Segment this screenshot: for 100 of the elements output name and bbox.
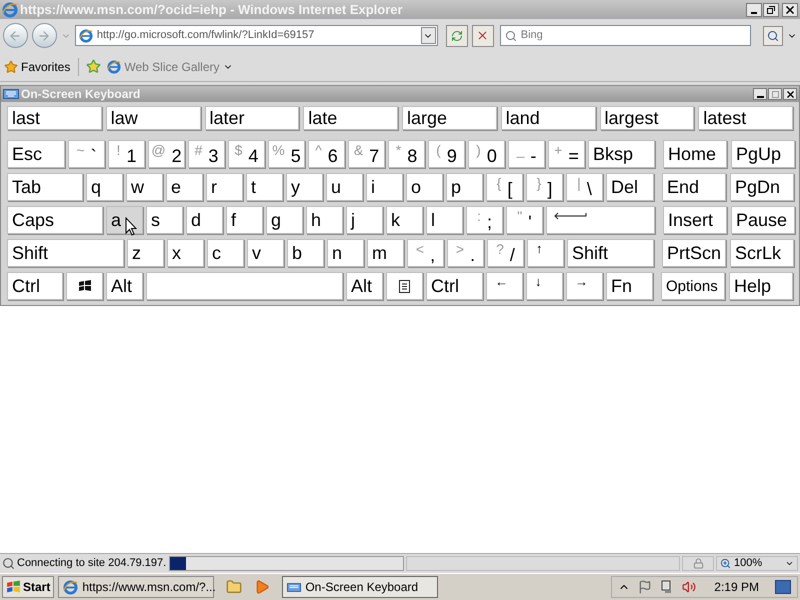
- key[interactable]: End: [662, 173, 726, 201]
- key[interactable]: o: [406, 173, 443, 201]
- key[interactable]: a: [106, 206, 143, 234]
- key[interactable]: } ]: [526, 173, 563, 201]
- word-suggestion[interactable]: last: [7, 106, 102, 130]
- key[interactable]: k: [386, 206, 423, 234]
- protected-mode-button[interactable]: [682, 556, 714, 571]
- forward-button[interactable]: [32, 23, 57, 48]
- key[interactable]: m: [367, 239, 404, 267]
- key[interactable]: Help: [729, 272, 793, 300]
- key[interactable]: s: [146, 206, 183, 234]
- key[interactable]: ! 1: [108, 140, 145, 168]
- word-suggestion[interactable]: land: [500, 106, 596, 130]
- address-field[interactable]: http://go.microsoft.com/fwlink/?LinkId=69157: [74, 25, 438, 46]
- maximize-button[interactable]: [768, 88, 782, 100]
- minimize-button[interactable]: [753, 88, 767, 100]
- key[interactable]: Options: [661, 272, 725, 300]
- key[interactable]: + =: [548, 140, 585, 168]
- key[interactable]: x: [167, 239, 204, 267]
- key[interactable]: Shift: [567, 239, 654, 267]
- key[interactable]: c: [207, 239, 244, 267]
- folder-icon[interactable]: [226, 579, 242, 595]
- key[interactable]: ←: [486, 272, 523, 300]
- media-player-icon[interactable]: [254, 579, 270, 595]
- key[interactable]: q: [86, 173, 123, 201]
- key[interactable]: ) 0: [468, 140, 505, 168]
- key[interactable]: Ctrl: [7, 272, 63, 300]
- key[interactable]: Tab: [7, 173, 83, 201]
- key[interactable]: Fn: [606, 272, 653, 300]
- word-suggestion[interactable]: later: [204, 106, 300, 130]
- word-suggestion[interactable]: latest: [698, 106, 793, 130]
- key[interactable]: Alt: [346, 272, 383, 300]
- key[interactable]: v: [247, 239, 284, 267]
- key[interactable]: l: [426, 206, 463, 234]
- key[interactable]: { [: [486, 173, 523, 201]
- key[interactable]: # 3: [188, 140, 225, 168]
- address-dropdown-button[interactable]: [420, 27, 436, 44]
- key[interactable]: r: [206, 173, 243, 201]
- favorites-button[interactable]: Favorites: [4, 58, 80, 76]
- back-button[interactable]: [3, 23, 28, 48]
- key[interactable]: [66, 272, 103, 300]
- key[interactable]: e: [166, 173, 203, 201]
- close-button[interactable]: [783, 88, 797, 100]
- taskbar-button[interactable]: On-Screen Keyboard: [282, 576, 438, 598]
- word-suggestion[interactable]: late: [303, 106, 398, 130]
- minimize-button[interactable]: [746, 2, 762, 16]
- key[interactable]: Shift: [7, 239, 124, 267]
- key[interactable]: →: [566, 272, 603, 300]
- key[interactable]: d: [186, 206, 223, 234]
- key[interactable]: t: [246, 173, 283, 201]
- key[interactable]: ScrLk: [730, 239, 794, 267]
- key[interactable]: & 7: [348, 140, 385, 168]
- key[interactable]: PgUp: [731, 140, 795, 168]
- refresh-button[interactable]: [446, 24, 468, 46]
- key[interactable]: @ 2: [148, 140, 185, 168]
- key[interactable]: y: [286, 173, 323, 201]
- key[interactable]: z: [127, 239, 164, 267]
- key[interactable]: ? /: [487, 239, 524, 267]
- key[interactable]: b: [287, 239, 324, 267]
- key[interactable]: Insert: [663, 206, 727, 234]
- key[interactable]: u: [326, 173, 363, 201]
- word-suggestion[interactable]: large: [402, 106, 497, 130]
- key[interactable]: ^ 6: [308, 140, 345, 168]
- key[interactable]: ( 9: [428, 140, 465, 168]
- zoom-button[interactable]: 100%: [716, 556, 798, 571]
- key[interactable]: ↑: [527, 239, 564, 267]
- key[interactable]: $ 4: [228, 140, 265, 168]
- key[interactable]: n: [327, 239, 364, 267]
- key[interactable]: PrtScn: [662, 239, 726, 267]
- flag-icon[interactable]: [638, 580, 652, 594]
- word-suggestion[interactable]: largest: [600, 106, 694, 130]
- start-button[interactable]: Start: [2, 576, 54, 598]
- key[interactable]: Pause: [731, 206, 795, 234]
- restore-button[interactable]: [763, 2, 779, 16]
- key[interactable]: i: [366, 173, 403, 201]
- key[interactable]: Home: [663, 140, 727, 168]
- key[interactable]: | \: [566, 173, 603, 201]
- key[interactable]: * 8: [388, 140, 425, 168]
- search-input[interactable]: Bing: [520, 27, 721, 44]
- key[interactable]: h: [306, 206, 343, 234]
- key[interactable]: j: [346, 206, 383, 234]
- key[interactable]: Ctrl: [426, 272, 483, 300]
- key[interactable]: % 5: [268, 140, 305, 168]
- key[interactable]: Esc: [7, 140, 65, 168]
- key[interactable]: < ,: [407, 239, 444, 267]
- key[interactable]: Del: [606, 173, 654, 201]
- word-suggestion[interactable]: law: [106, 106, 200, 130]
- key[interactable]: : ;: [466, 206, 503, 234]
- key[interactable]: p: [446, 173, 483, 201]
- key[interactable]: [386, 272, 423, 300]
- key[interactable]: ↓: [526, 272, 563, 300]
- key[interactable]: > .: [447, 239, 484, 267]
- key[interactable]: PgDn: [730, 173, 794, 201]
- key[interactable]: Caps: [7, 206, 103, 234]
- search-field[interactable]: Bing: [500, 25, 752, 46]
- key[interactable]: Bksp: [588, 140, 655, 168]
- key[interactable]: f: [226, 206, 263, 234]
- search-button[interactable]: [763, 26, 784, 46]
- stop-button[interactable]: [472, 24, 494, 46]
- close-button[interactable]: [782, 2, 798, 16]
